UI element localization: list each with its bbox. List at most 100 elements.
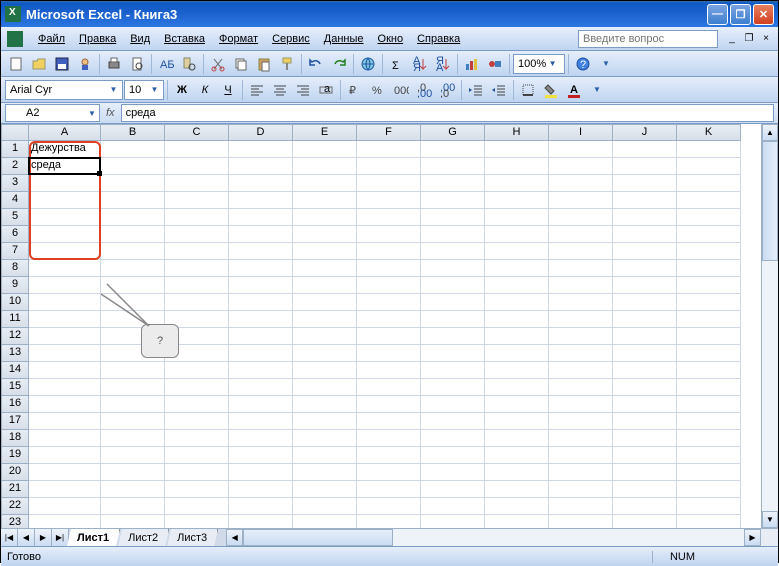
cell[interactable]	[677, 481, 741, 498]
cell[interactable]	[549, 430, 613, 447]
cell[interactable]	[293, 413, 357, 430]
cell[interactable]	[421, 277, 485, 294]
cell[interactable]	[357, 294, 421, 311]
cell[interactable]	[29, 481, 101, 498]
cell[interactable]	[677, 515, 741, 528]
cell[interactable]	[357, 430, 421, 447]
menu-window[interactable]: Окно	[371, 30, 411, 48]
row-header[interactable]: 5	[1, 209, 29, 226]
row-header[interactable]: 17	[1, 413, 29, 430]
cell[interactable]	[677, 362, 741, 379]
cell[interactable]	[677, 498, 741, 515]
scroll-thumb[interactable]	[243, 529, 393, 546]
fx-button[interactable]: fx	[106, 107, 115, 119]
cell[interactable]	[677, 396, 741, 413]
cell[interactable]	[549, 447, 613, 464]
cell[interactable]	[293, 515, 357, 528]
row-header[interactable]: 19	[1, 447, 29, 464]
cell[interactable]	[549, 498, 613, 515]
scroll-right-button[interactable]: ▶	[744, 529, 761, 546]
cell[interactable]	[549, 481, 613, 498]
cell[interactable]	[613, 175, 677, 192]
cell[interactable]	[29, 498, 101, 515]
cell[interactable]	[29, 311, 101, 328]
cell[interactable]	[421, 209, 485, 226]
cell[interactable]	[357, 260, 421, 277]
cell[interactable]	[165, 447, 229, 464]
cell[interactable]	[229, 294, 293, 311]
cell[interactable]	[29, 396, 101, 413]
minimize-button[interactable]: —	[707, 4, 728, 25]
row-header[interactable]: 15	[1, 379, 29, 396]
cell[interactable]	[101, 379, 165, 396]
cell[interactable]	[357, 192, 421, 209]
menu-tools[interactable]: Сервис	[265, 30, 317, 48]
cell[interactable]	[29, 430, 101, 447]
cell[interactable]	[293, 226, 357, 243]
maximize-button[interactable]: ❐	[730, 4, 751, 25]
cell[interactable]	[357, 243, 421, 260]
row-header[interactable]: 20	[1, 464, 29, 481]
cell[interactable]	[293, 430, 357, 447]
cell[interactable]	[357, 362, 421, 379]
cell[interactable]	[165, 498, 229, 515]
cell[interactable]	[613, 379, 677, 396]
cell[interactable]	[421, 345, 485, 362]
cell[interactable]	[485, 158, 549, 175]
font-size-combo[interactable]: 10 ▼	[124, 80, 164, 100]
row-header[interactable]: 14	[1, 362, 29, 379]
research-button[interactable]	[178, 53, 200, 75]
cell[interactable]	[165, 294, 229, 311]
formula-input[interactable]: среда	[121, 104, 774, 122]
scroll-track[interactable]	[243, 529, 744, 546]
scroll-track[interactable]	[762, 141, 778, 511]
cell[interactable]	[613, 515, 677, 528]
redo-button[interactable]	[328, 53, 350, 75]
cell[interactable]	[613, 141, 677, 158]
cell[interactable]	[357, 209, 421, 226]
cell[interactable]	[357, 328, 421, 345]
row-header[interactable]: 22	[1, 498, 29, 515]
cell[interactable]	[677, 430, 741, 447]
cell[interactable]	[357, 447, 421, 464]
cell[interactable]	[613, 447, 677, 464]
cell[interactable]	[165, 141, 229, 158]
cell[interactable]	[677, 447, 741, 464]
cell[interactable]	[421, 243, 485, 260]
help-question-input[interactable]	[578, 30, 718, 48]
cell[interactable]	[549, 226, 613, 243]
cell[interactable]	[549, 515, 613, 528]
cell[interactable]	[293, 464, 357, 481]
row-header[interactable]: 7	[1, 243, 29, 260]
scroll-up-button[interactable]: ▲	[762, 124, 778, 141]
merge-center-button[interactable]: a	[315, 79, 337, 101]
row-header[interactable]: 8	[1, 260, 29, 277]
currency-button[interactable]: ₽	[344, 79, 366, 101]
cell[interactable]	[357, 158, 421, 175]
cell[interactable]	[29, 260, 101, 277]
cell[interactable]	[229, 243, 293, 260]
cell[interactable]	[677, 294, 741, 311]
cell[interactable]	[613, 413, 677, 430]
cell[interactable]	[229, 447, 293, 464]
align-right-button[interactable]	[292, 79, 314, 101]
increase-decimal-button[interactable]: ,0,00	[413, 79, 435, 101]
cell[interactable]	[293, 481, 357, 498]
cell[interactable]	[549, 464, 613, 481]
cell[interactable]	[549, 192, 613, 209]
cell[interactable]	[677, 464, 741, 481]
cell[interactable]	[165, 175, 229, 192]
cell[interactable]	[421, 413, 485, 430]
cell[interactable]	[101, 430, 165, 447]
cell[interactable]	[229, 311, 293, 328]
cell[interactable]	[357, 515, 421, 528]
cell[interactable]	[229, 209, 293, 226]
cell[interactable]	[485, 192, 549, 209]
cut-button[interactable]	[207, 53, 229, 75]
cell[interactable]	[165, 413, 229, 430]
cell[interactable]	[549, 345, 613, 362]
cell[interactable]	[549, 209, 613, 226]
cell[interactable]	[613, 311, 677, 328]
row-header[interactable]: 1	[1, 141, 29, 158]
increase-indent-button[interactable]	[488, 79, 510, 101]
